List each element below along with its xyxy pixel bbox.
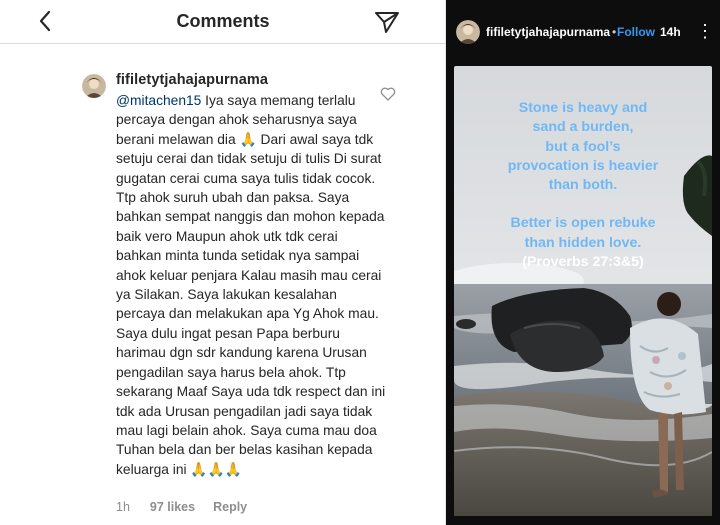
more-options-button[interactable]: ⋮ <box>695 18 715 44</box>
mention-link[interactable]: @mitachen15 <box>116 93 201 108</box>
heart-outline-icon <box>380 87 396 101</box>
comment-meta: 1h 97 likes Reply <box>116 500 247 514</box>
story-username[interactable]: fifiletytjahajapurnama <box>486 25 610 39</box>
avatar-image <box>82 74 106 98</box>
quote-line: Better is open rebuke <box>510 215 656 232</box>
comments-panel: Comments fifiletytjahajapurnama @mitache… <box>0 0 446 525</box>
like-button[interactable] <box>380 86 396 102</box>
separator-dot: • <box>612 25 617 39</box>
story-header: fifiletytjahajapurnama • Follow 14h ⋮ <box>446 0 720 60</box>
comments-header: Comments <box>0 0 446 44</box>
quote-line: Stone is heavy and <box>518 100 648 116</box>
quote-line: provocation is heavier <box>507 157 659 174</box>
share-button[interactable] <box>372 7 402 37</box>
comment-body-text: Iya saya memang terlalu percaya dengan a… <box>116 93 386 477</box>
quote-line: than both. <box>548 177 618 194</box>
comment-like-count[interactable]: 97 likes <box>150 500 195 514</box>
quote-line: but a fool’s <box>545 138 621 155</box>
comment-text: @mitachen15 Iya saya memang terlalu perc… <box>116 91 386 479</box>
story-quote: Stone is heavy and sand a burden, but a … <box>464 99 702 272</box>
quote-spacer <box>464 195 702 214</box>
avatar[interactable] <box>82 74 106 98</box>
paper-plane-icon <box>375 12 399 33</box>
quote-reference: (Proverbs 27:3&5) <box>522 254 644 271</box>
quote-line: than hidden love. <box>524 234 642 251</box>
story-image[interactable]: Stone is heavy and sand a burden, but a … <box>454 66 712 516</box>
reply-button[interactable]: Reply <box>213 500 247 514</box>
comment-username[interactable]: fifiletytjahajapurnama <box>116 72 268 88</box>
avatar-image <box>456 20 480 44</box>
quote-line: sand a burden, <box>532 119 634 136</box>
story-panel: fifiletytjahajapurnama • Follow 14h ⋮ St… <box>446 0 720 525</box>
comment-timestamp: 1h <box>116 500 130 514</box>
follow-button[interactable]: Follow <box>617 25 655 39</box>
story-avatar[interactable] <box>456 20 480 44</box>
story-timestamp: 14h <box>660 25 681 39</box>
